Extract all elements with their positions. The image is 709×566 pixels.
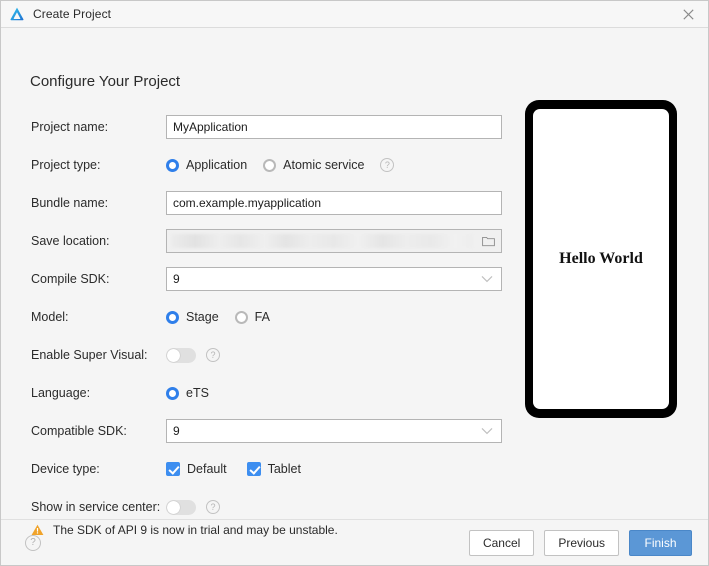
label-enable-super-visual: Enable Super Visual: [31, 348, 148, 362]
project-config-form: Project name: MyApplication Project type… [1, 108, 511, 526]
phone-screen: Hello World [533, 109, 669, 409]
preview-hello-world-text: Hello World [559, 250, 643, 267]
label-save-location: Save location: [31, 234, 110, 248]
checkbox-checked-icon [166, 462, 180, 476]
checkbox-checked-icon [246, 462, 261, 476]
radio-label-atomic-service: Atomic service [283, 158, 365, 172]
radio-unselected-icon [234, 310, 248, 324]
compile-sdk-dropdown[interactable]: 9 [166, 267, 502, 291]
label-device-type: Device type: [31, 462, 100, 476]
field-row-language: Language: eTS [1, 374, 511, 412]
label-compile-sdk: Compile SDK: [31, 272, 110, 286]
redacted-path [171, 234, 473, 248]
warning-text: The SDK of API 9 is now in trial and may… [53, 523, 338, 537]
device-preview: Hello World [525, 100, 677, 418]
radio-selected-icon [166, 386, 179, 400]
radio-label-ets: eTS [186, 386, 209, 400]
label-project-name: Project name: [31, 120, 109, 134]
window-title: Create Project [33, 7, 112, 21]
radio-project-type-atomic-service[interactable]: Atomic service [263, 158, 364, 172]
field-row-compatible-sdk: Compatible SDK: 9 [1, 412, 511, 450]
checkbox-device-tablet[interactable]: Tablet [246, 462, 301, 476]
enable-super-visual-toggle[interactable] [166, 347, 196, 363]
create-project-dialog: Create Project Configure Your Project Pr… [0, 0, 709, 566]
model-radio-group: Stage FA [166, 310, 286, 324]
radio-label-fa: FA [254, 310, 270, 324]
warning-triangle-icon [31, 524, 44, 535]
checkbox-label-default: Default [187, 462, 227, 476]
help-icon-show-in-service-center[interactable]: ? [206, 500, 220, 514]
label-project-type: Project type: [31, 158, 101, 172]
radio-unselected-icon [263, 158, 277, 172]
finish-button[interactable]: Finish [629, 529, 692, 556]
field-row-device-type: Device type: Default Tablet [1, 450, 511, 488]
previous-button[interactable]: Previous [544, 529, 619, 556]
label-compatible-sdk: Compatible SDK: [31, 424, 127, 438]
chevron-down-icon [481, 427, 493, 435]
field-row-show-in-service-center: Show in service center: ? [1, 488, 511, 526]
checkbox-device-default[interactable]: Default [166, 462, 227, 476]
radio-label-stage: Stage [186, 310, 219, 324]
chevron-down-icon [481, 275, 493, 283]
radio-model-stage[interactable]: Stage [166, 310, 219, 324]
toggle-knob [167, 500, 180, 514]
help-icon-project-type[interactable]: ? [380, 158, 395, 172]
field-row-bundle-name: Bundle name: com.example.myapplication [1, 184, 511, 222]
bundle-name-input[interactable]: com.example.myapplication [166, 191, 502, 215]
radio-language-ets[interactable]: eTS [166, 386, 209, 400]
radio-label-application: Application [186, 158, 248, 172]
project-type-radio-group: Application Atomic service ? [166, 158, 395, 172]
toggle-knob [167, 348, 180, 362]
label-model: Model: [31, 310, 69, 324]
radio-model-fa[interactable]: FA [234, 310, 270, 324]
field-row-save-location: Save location: [1, 222, 511, 260]
radio-selected-icon [166, 310, 179, 324]
compatible-sdk-value: 9 [173, 424, 180, 438]
sdk-warning: The SDK of API 9 is now in trial and may… [31, 523, 338, 537]
help-icon-enable-super-visual[interactable]: ? [206, 348, 220, 362]
show-in-service-center-toggle[interactable] [166, 499, 196, 515]
deveco-logo-icon [10, 7, 24, 21]
field-row-project-name: Project name: MyApplication [1, 108, 511, 146]
label-language: Language: [31, 386, 91, 400]
browse-folder-button[interactable] [475, 230, 501, 252]
compatible-sdk-dropdown[interactable]: 9 [166, 419, 502, 443]
field-row-enable-super-visual: Enable Super Visual: ? [1, 336, 511, 374]
save-location-input[interactable] [166, 229, 502, 253]
folder-icon [481, 236, 495, 246]
field-row-model: Model: Stage FA [1, 298, 511, 336]
dialog-body: Configure Your Project Project name: MyA… [1, 28, 708, 537]
field-row-compile-sdk: Compile SDK: 9 [1, 260, 511, 298]
close-button[interactable] [668, 1, 708, 27]
device-type-checkbox-group: Default Tablet [166, 462, 321, 476]
page-title: Configure Your Project [30, 73, 181, 90]
cancel-button[interactable]: Cancel [468, 529, 535, 556]
field-row-project-type: Project type: Application Atomic service… [1, 146, 511, 184]
project-name-input[interactable]: MyApplication [166, 115, 502, 139]
language-radio-group: eTS [166, 386, 225, 400]
compile-sdk-value: 9 [173, 272, 180, 286]
title-bar: Create Project [1, 1, 708, 28]
radio-selected-icon [166, 158, 179, 172]
close-icon [682, 8, 694, 20]
checkbox-label-tablet: Tablet [267, 462, 301, 476]
radio-project-type-application[interactable]: Application [166, 158, 247, 172]
label-bundle-name: Bundle name: [31, 196, 109, 210]
label-show-in-service-center: Show in service center: [31, 500, 161, 514]
